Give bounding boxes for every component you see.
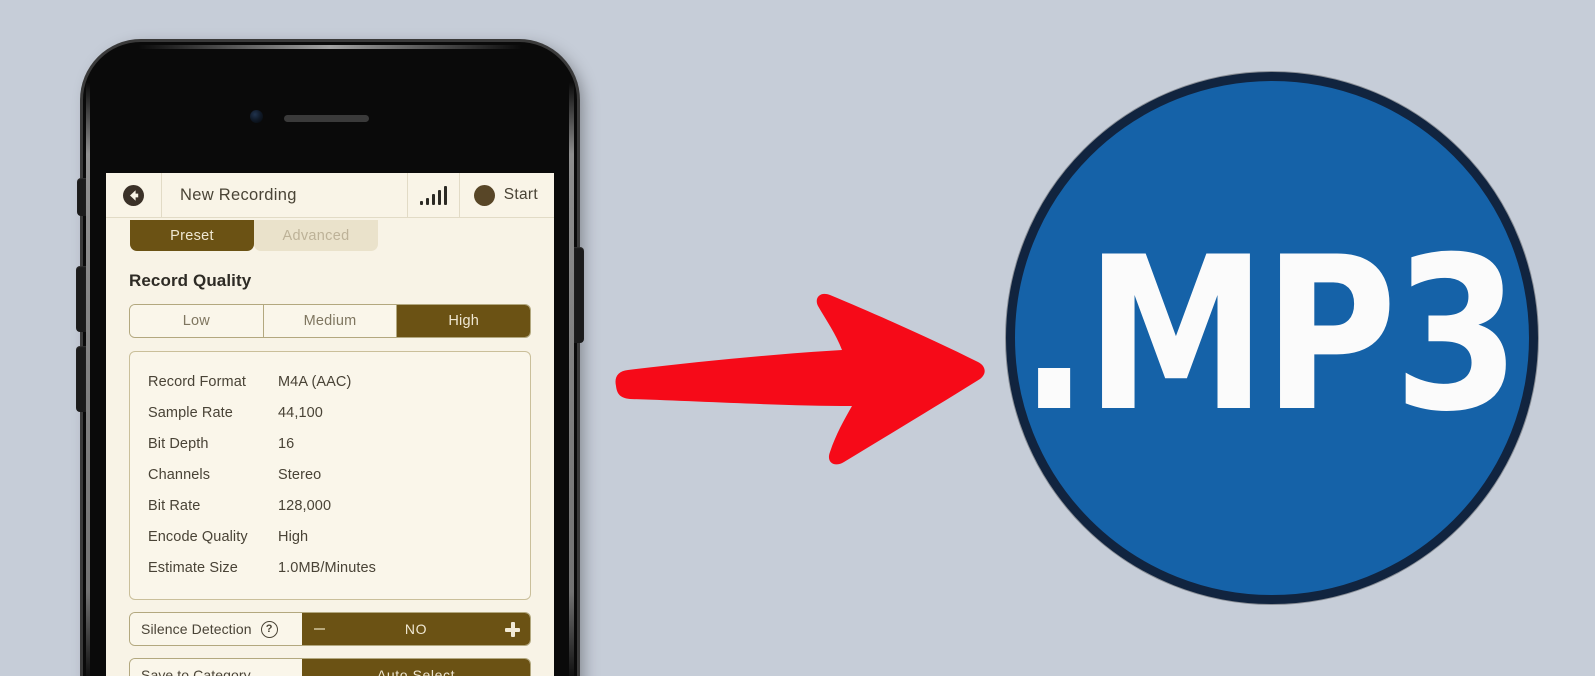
mp3-badge-label: .MP3 [1019, 211, 1520, 458]
save-to-category-row: Save to Category Auto Select [129, 658, 531, 676]
red-arrow [615, 293, 985, 465]
spec-value: Stereo [278, 466, 322, 483]
stepper-plus-button[interactable] [505, 621, 520, 637]
save-to-category-control[interactable]: Auto Select [302, 659, 530, 676]
save-to-category-label: Save to Category [141, 667, 251, 676]
spec-label: Encode Quality [148, 528, 248, 545]
bezel-highlight-right [569, 82, 574, 676]
save-to-category-label-cell: Save to Category [130, 659, 302, 676]
earpiece-speaker-icon [284, 115, 369, 122]
silence-detection-stepper: NO [302, 613, 530, 645]
spec-label: Estimate Size [148, 559, 238, 576]
silence-detection-value: NO [404, 621, 428, 637]
spec-value: High [278, 528, 309, 545]
silence-detection-label-cell: Silence Detection ? [130, 613, 302, 645]
volume-up-button[interactable] [76, 266, 86, 332]
back-button[interactable] [106, 173, 162, 218]
level-meter-button[interactable] [406, 173, 459, 218]
spec-value: M4A (AAC) [278, 373, 352, 390]
quality-segment-high-label: High [448, 313, 479, 329]
table-row: Encode Quality High [130, 521, 530, 552]
spec-label: Bit Depth [148, 435, 209, 452]
table-row: Record Format M4A (AAC) [130, 366, 530, 397]
silence-detection-row: Silence Detection ? NO [129, 612, 531, 646]
back-arrow-circle-icon [123, 184, 144, 206]
spec-label: Sample Rate [148, 404, 233, 421]
table-row: Sample Rate 44,100 [130, 397, 530, 428]
silence-detection-label: Silence Detection [141, 621, 252, 637]
quality-segmented-control: Low Medium High [129, 304, 531, 338]
quality-segment-medium-label: Medium [303, 313, 357, 329]
start-button-label: Start [503, 186, 538, 203]
table-row: Bit Depth 16 [130, 428, 530, 459]
spec-value: 1.0MB/Minutes [278, 559, 377, 576]
volume-down-button[interactable] [76, 346, 86, 412]
page-title: New Recording [180, 185, 297, 204]
save-to-category-value: Auto Select [376, 667, 456, 676]
spec-value: 16 [278, 435, 295, 452]
mp3-badge: .MP3 [1006, 72, 1538, 604]
start-record-button[interactable]: Start [458, 173, 554, 218]
bezel-highlight-top [138, 45, 522, 49]
table-row: Estimate Size 1.0MB/Minutes [130, 552, 530, 583]
tab-advanced[interactable]: Advanced [254, 220, 378, 251]
phone-device: New Recording Start Preset Advanced Reco… [76, 42, 584, 676]
quality-segment-low-label: Low [182, 313, 210, 329]
tab-advanced-label: Advanced [282, 227, 350, 244]
spec-label: Bit Rate [148, 497, 201, 514]
quality-segment-low[interactable]: Low [130, 305, 264, 337]
app-navbar: New Recording Start [106, 173, 554, 218]
power-button[interactable] [574, 247, 584, 343]
tab-preset-label: Preset [170, 227, 214, 244]
bezel-highlight-left [86, 82, 90, 676]
spec-label: Channels [148, 466, 211, 483]
front-camera-icon [250, 110, 263, 123]
tab-preset[interactable]: Preset [130, 220, 254, 251]
table-row: Channels Stereo [130, 459, 530, 490]
mode-tabs: Preset Advanced [106, 220, 554, 251]
signal-bars-icon [419, 185, 448, 205]
spec-value: 128,000 [278, 497, 332, 514]
spec-table: Record Format M4A (AAC) Sample Rate 44,1… [129, 351, 531, 600]
spec-value: 44,100 [278, 404, 323, 421]
record-dot-icon [473, 184, 495, 206]
table-row: Bit Rate 128,000 [130, 490, 530, 521]
quality-segment-high[interactable]: High [397, 305, 530, 337]
quality-segment-medium[interactable]: Medium [263, 305, 398, 337]
mute-switch-button[interactable] [77, 178, 86, 216]
stepper-minus-button[interactable] [314, 628, 325, 630]
section-heading: Record Quality [129, 271, 252, 290]
question-mark-icon[interactable]: ? [260, 620, 278, 638]
spec-label: Record Format [148, 373, 246, 390]
phone-screen: New Recording Start Preset Advanced Reco… [106, 173, 554, 676]
